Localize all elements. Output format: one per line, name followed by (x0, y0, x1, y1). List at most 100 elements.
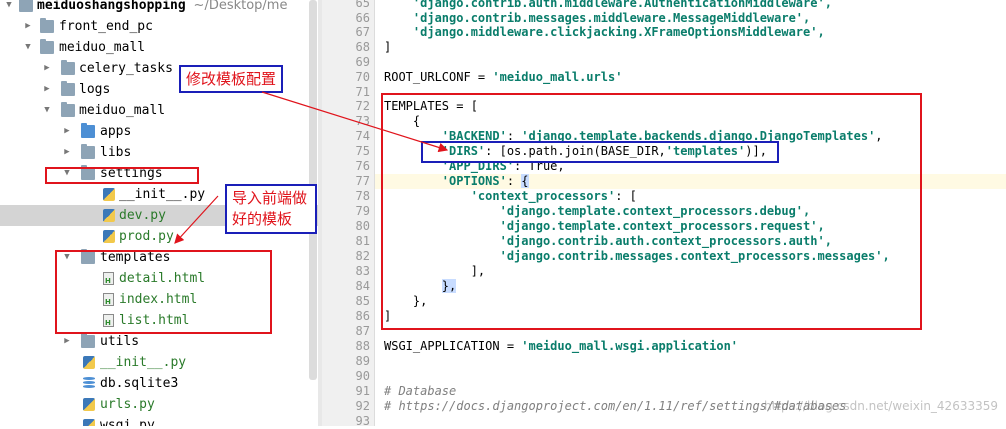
code-line-91: # Database (384, 384, 457, 398)
tree-item-list-html[interactable]: list.html (0, 310, 318, 331)
line-number: 83 (355, 264, 370, 278)
chevron-down-icon[interactable]: ▼ (4, 0, 14, 16)
source-folder-icon (81, 123, 95, 138)
line-number: 74 (355, 129, 370, 143)
code-line-84: }, (441, 279, 457, 293)
line-number: 73 (355, 114, 370, 128)
python-file-icon (83, 398, 95, 411)
line-number: 79 (355, 204, 370, 218)
line-number: 91 (355, 384, 370, 398)
line-number: 68 (355, 40, 370, 54)
line-number: 84 (355, 279, 370, 293)
python-file-icon (83, 356, 95, 369)
line-number: 85 (355, 294, 370, 308)
line-number: 76 (355, 159, 370, 173)
line-number: 82 (355, 249, 370, 263)
folder-icon (40, 39, 54, 54)
chevron-down-icon[interactable]: ▼ (23, 37, 33, 58)
folder-icon (81, 333, 95, 348)
python-file-icon (103, 230, 115, 243)
tree-item-detail-html[interactable]: detail.html (0, 268, 318, 289)
line-number: 92 (355, 399, 370, 413)
chevron-right-icon[interactable]: ▶ (42, 79, 52, 100)
code-line-79: 'django.template.context_processors.debu… (499, 204, 811, 218)
code-line-85: }, (412, 294, 428, 308)
chevron-right-icon[interactable]: ▶ (23, 16, 33, 37)
line-number: 66 (355, 11, 370, 25)
code-line-67: 'django.middleware.clickjacking.XFrameOp… (412, 25, 825, 39)
folder-icon (19, 0, 33, 12)
chevron-right-icon[interactable]: ▶ (62, 121, 72, 142)
python-file-icon (103, 188, 115, 201)
tree-item-urls-py[interactable]: urls.py (0, 394, 318, 415)
python-file-icon (83, 419, 95, 426)
tree-item-meiduo-mall-inner[interactable]: ▼ meiduo_mall (0, 100, 318, 121)
chevron-down-icon[interactable]: ▼ (62, 247, 72, 268)
folder-icon (81, 249, 95, 264)
line-number: 78 (355, 189, 370, 203)
tree-item-apps[interactable]: ▶ apps (0, 121, 318, 142)
line-number: 80 (355, 219, 370, 233)
line-number: 71 (355, 85, 370, 99)
watermark-text: https://blog.csdn.net/weixin_42633359 (763, 399, 998, 413)
highlight-dirs-line-box (421, 141, 779, 163)
annotation-import-frontend-templates: 导入前端做 好的模板 (225, 184, 317, 234)
line-number: 67 (355, 25, 370, 39)
tree-item-settings[interactable]: ▼ settings (0, 163, 318, 184)
line-number: 81 (355, 234, 370, 248)
tree-item-index-html[interactable]: index.html (0, 289, 318, 310)
code-line-70: ROOT_URLCONF = 'meiduo_mall.urls' (384, 70, 623, 84)
code-line-73: { (384, 114, 421, 128)
python-file-icon (103, 209, 115, 222)
folder-icon (40, 18, 54, 33)
tree-root-row[interactable]: ▼ meiduoshangshopping ~/Desktop/me (0, 0, 318, 16)
tree-item-utils[interactable]: ▶ utils (0, 331, 318, 352)
database-file-icon (83, 377, 95, 390)
code-line-83: ], (470, 264, 486, 278)
chevron-right-icon[interactable]: ▶ (62, 142, 72, 163)
line-number: 75 (355, 144, 370, 158)
line-number: 89 (355, 354, 370, 368)
chevron-down-icon[interactable]: ▼ (62, 163, 72, 184)
code-line-77-current: 'OPTIONS': { (375, 174, 1006, 189)
line-number: 90 (355, 369, 370, 383)
line-number: 65 (355, 0, 370, 10)
code-line-78: 'context_processors': [ (470, 189, 637, 203)
html-file-icon (103, 293, 114, 306)
html-file-icon (103, 314, 114, 327)
code-line-68: ] (384, 40, 392, 54)
code-line-86: ] (384, 309, 392, 323)
tree-item-libs[interactable]: ▶ libs (0, 142, 318, 163)
code-line-82: 'django.contrib.messages.context_process… (499, 249, 890, 263)
line-number: 93 (355, 414, 370, 428)
folder-icon (61, 81, 75, 96)
code-line-81: 'django.contrib.auth.context_processors.… (499, 234, 832, 248)
folder-icon (81, 165, 95, 180)
code-editor[interactable]: 'django.contrib.auth.middleware.Authenti… (375, 0, 1006, 426)
chevron-right-icon[interactable]: ▶ (62, 331, 72, 352)
folder-icon (81, 144, 95, 159)
line-number: 88 (355, 339, 370, 353)
html-file-icon (103, 272, 114, 285)
tree-item-init-py[interactable]: __init__.py (0, 352, 318, 373)
line-number: 87 (355, 324, 370, 338)
line-number: 70 (355, 70, 370, 84)
line-number: 86 (355, 309, 370, 323)
line-number: 72 (355, 99, 370, 113)
annotation-modify-template-config: 修改模板配置 (179, 65, 284, 93)
tree-item-wsgi-py[interactable]: wsgi.py (0, 415, 318, 426)
chevron-down-icon[interactable]: ▼ (42, 100, 52, 121)
folder-icon (61, 60, 75, 75)
code-line-65: 'django.contrib.auth.middleware.Authenti… (412, 0, 832, 10)
code-line-72: TEMPLATES = [ (384, 99, 478, 113)
line-number-gutter: 65 66 67 68 69 70 71 72 73 74 75 76 77 7… (322, 0, 375, 428)
line-number: 77 (355, 174, 370, 188)
code-line-80: 'django.template.context_processors.requ… (499, 219, 825, 233)
tree-item-front-end-pc[interactable]: ▶ front_end_pc (0, 16, 318, 37)
tree-item-templates[interactable]: ▼ templates (0, 247, 318, 268)
code-line-88: WSGI_APPLICATION = 'meiduo_mall.wsgi.app… (384, 339, 739, 353)
tree-item-meiduo-mall[interactable]: ▼ meiduo_mall (0, 37, 318, 58)
tree-item-db-sqlite3[interactable]: db.sqlite3 (0, 373, 318, 394)
chevron-right-icon[interactable]: ▶ (42, 58, 52, 79)
folder-icon (61, 102, 75, 117)
